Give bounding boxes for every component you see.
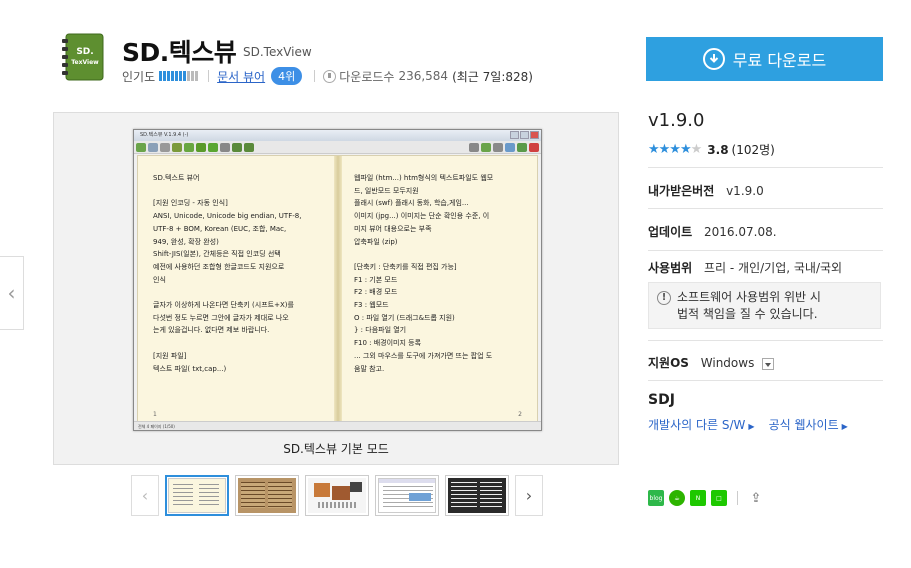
chevron-left-icon: ‹ [7,281,16,305]
window-titlebar: SD.텍스뷰 V.1.9.4 (-) [134,130,541,141]
app-title: SD.텍스뷰 [122,38,237,67]
chevron-right-icon: › [525,486,533,505]
os-row: 지원OS Windows [648,354,775,371]
official-website-link[interactable]: 공식 웹사이트 ▶ [769,416,848,433]
chevron-left-icon: ‹ [141,486,149,505]
thumbnail-1[interactable] [165,475,229,516]
book-view: SD.텍스트 뷰어 [지원 인코딩 - 자동 인식] ANSI, Unicode… [137,155,538,423]
os-dropdown-toggle[interactable] [762,357,775,370]
divider [648,167,883,168]
window-controls [510,131,539,139]
blog-share-icon[interactable]: blog [648,490,664,506]
recent-downloads: (최근 7일:828) [452,69,533,84]
download-count-icon [323,69,337,83]
window-statusbar: 전체 4 페이지 (1/50) [134,421,541,430]
divider [648,340,883,341]
svg-text:TexView: TexView [71,59,99,66]
thumbnail-prev-button[interactable]: ‹ [131,475,159,516]
screenshot-panel: SD.텍스뷰 V.1.9.4 (-) SD.텍스트 뷰어 [지원 인코딩 - 자… [53,112,619,465]
free-download-label: 무료 다운로드 [732,51,827,70]
right-page-number: 2 [518,411,522,418]
book-fold [334,156,342,422]
window-title: SD.텍스뷰 V.1.9.4 (-) [140,132,189,138]
download-arrow-icon [702,48,725,70]
thumbnail-2[interactable] [235,475,299,516]
prev-screenshot-button[interactable]: ‹ [0,256,24,330]
share-row: blog ☕ N □ ⇪ [648,490,764,506]
os-value: Windows [700,356,755,370]
license-value: 프리 - 개인/기업, 국내/국외 [704,261,843,275]
screenshot-caption: SD.텍스뷰 기본 모드 [283,442,389,456]
developer-name: SDJ [648,392,675,408]
right-page-text: 웹파일 (htm...) htm형식의 텍스트파일도 웹모 드, 일반모드 모두… [354,174,494,373]
notice-line-1: 소프트웨어 사용범위 위반 시 [677,290,821,304]
app-logo-icon: SD. TexView [62,33,104,81]
thumbnail-5[interactable] [445,475,509,516]
thumbnail-4[interactable] [375,475,439,516]
license-label: 사용범위 [648,261,693,275]
thumbnail-3[interactable] [305,475,369,516]
download-count-label: 다운로드수 [339,69,395,84]
exclamation-icon: ! [657,291,671,305]
arrow-right-icon: ▶ [748,422,755,431]
divider [648,208,883,209]
license-notice: ! 소프트웨어 사용범위 위반 시 법적 책임을 질 수 있습니다. [648,282,881,329]
divider [648,250,883,251]
rank-badge[interactable]: 4위 [271,67,303,85]
divider [737,491,738,505]
developer-other-software-link[interactable]: 개발사의 다른 S/W ▶ [648,416,755,433]
popularity-label: 인기도 [122,69,156,84]
line-share-icon[interactable]: □ [711,490,727,506]
left-page-text: SD.텍스트 뷰어 [지원 인코딩 - 자동 인식] ANSI, Unicode… [153,174,302,373]
my-version-label: 내가받은버전 [648,184,715,198]
rating-score: 3.8 [707,142,729,157]
download-count: 236,584 [398,69,449,83]
my-version-value: v1.9.0 [726,184,764,198]
divider [208,70,210,82]
cafe-share-icon[interactable]: ☕ [669,490,685,506]
share-icon[interactable]: ⇪ [748,490,764,506]
category-link[interactable]: 문서 뷰어 [217,68,265,85]
update-date: 2016.07.08. [704,225,777,239]
rating-count: (102명) [731,143,775,157]
popularity-bar [159,71,199,81]
notice-line-2: 법적 책임을 질 수 있습니다. [677,307,818,321]
app-subtitle: SD.TexView [243,45,312,59]
version-number: v1.9.0 [648,110,705,131]
band-share-icon[interactable]: N [690,490,706,506]
license-row: 사용범위 프리 - 개인/기업, 국내/국외 [648,259,842,276]
developer-links: 개발사의 다른 S/W ▶ 공식 웹사이트 ▶ [648,416,848,433]
update-label: 업데이트 [648,225,693,239]
thumbnail-next-button[interactable]: › [515,475,543,516]
app-meta-row: 인기도 문서 뷰어 4위 다운로드수 236,584 (최근 7일:828) [122,67,533,85]
thumbnail-strip: ‹ › [131,475,543,516]
my-version-row: 내가받은버전 v1.9.0 [648,182,764,199]
divider [648,380,883,381]
window-toolbar [134,141,541,154]
rating-stars-icon[interactable]: ★★★★★ [648,142,702,157]
divider [314,70,316,82]
rating-row: ★★★★★ 3.8 (102명) [648,141,775,158]
arrow-right-icon: ▶ [841,422,848,431]
screenshot-image[interactable]: SD.텍스뷰 V.1.9.4 (-) SD.텍스트 뷰어 [지원 인코딩 - 자… [133,129,542,431]
left-page-number: 1 [153,411,157,418]
svg-text:SD.: SD. [76,47,93,57]
update-row: 업데이트 2016.07.08. [648,223,777,240]
free-download-button[interactable]: 무료 다운로드 [646,37,883,81]
os-label: 지원OS [648,356,689,370]
